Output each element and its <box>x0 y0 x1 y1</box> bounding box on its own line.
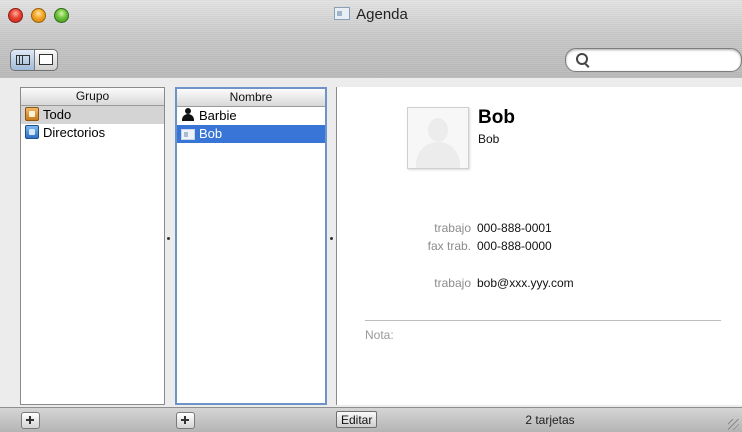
fax-work-value: 000-888-0000 <box>477 239 552 253</box>
columns-view-icon <box>16 55 30 65</box>
window-title: Agenda <box>0 6 742 23</box>
contact-photo[interactable] <box>407 107 469 169</box>
name-item-label: Barbie <box>199 108 237 123</box>
browser-view-button[interactable] <box>11 50 35 70</box>
card-icon <box>181 129 195 140</box>
title-toolbar: Agenda <box>0 0 742 78</box>
contact-name: Bob <box>478 107 515 128</box>
card-count: 2 tarjetas <box>525 413 575 427</box>
phone-work-value: 000-888-0001 <box>477 221 552 235</box>
group-item-todo[interactable]: Todo <box>21 106 164 124</box>
search-field[interactable] <box>565 48 742 72</box>
window-title-text: Agenda <box>356 6 408 23</box>
person-icon <box>181 108 195 122</box>
address-book-icon <box>334 7 351 20</box>
note-divider <box>365 320 721 321</box>
view-toggle <box>10 49 58 71</box>
group-item-directorios[interactable]: Directorios <box>21 124 164 142</box>
email-work-value[interactable]: bob@xxx.yyy.com <box>477 276 574 290</box>
contact-company: Bob <box>478 132 500 146</box>
edit-button[interactable]: Editar <box>336 411 378 428</box>
contact-card: Bob Bob trabajo 000-888-0001 fax trab. 0… <box>336 87 742 405</box>
resize-grip-icon[interactable] <box>728 419 739 430</box>
placeholder-head <box>428 118 448 142</box>
group-folder-icon <box>25 107 39 121</box>
add-contact-button[interactable] <box>176 412 195 429</box>
search-input[interactable] <box>592 51 736 69</box>
note-label[interactable]: Nota: <box>365 328 394 342</box>
group-column-resize-handle[interactable] <box>167 237 170 240</box>
phone-work-label: trabajo <box>434 221 471 235</box>
bottom-bar: Editar 2 tarjetas <box>0 407 742 432</box>
names-column-header[interactable]: Nombre <box>177 89 325 107</box>
group-column: Grupo Todo Directorios <box>20 87 165 405</box>
search-icon <box>576 53 588 65</box>
card-view-icon <box>39 54 53 65</box>
fax-work-label: fax trab. <box>427 239 471 253</box>
group-item-label: Todo <box>43 107 72 122</box>
card-view-button[interactable] <box>34 50 57 70</box>
add-group-button[interactable] <box>21 412 40 429</box>
name-item-label: Bob <box>199 126 223 141</box>
name-item-barbie[interactable]: Barbie <box>177 107 325 125</box>
names-column-resize-handle[interactable] <box>330 237 333 240</box>
group-item-label: Directorios <box>43 125 106 140</box>
email-work-label: trabajo <box>434 276 471 290</box>
name-item-bob[interactable]: Bob <box>177 125 325 143</box>
agenda-window: Agenda Grupo Todo Directorios Nombre Bar… <box>0 0 742 432</box>
names-column: Nombre Barbie Bob <box>175 87 327 405</box>
placeholder-body <box>416 142 460 168</box>
group-column-header[interactable]: Grupo <box>21 88 164 106</box>
directory-icon <box>25 125 39 139</box>
